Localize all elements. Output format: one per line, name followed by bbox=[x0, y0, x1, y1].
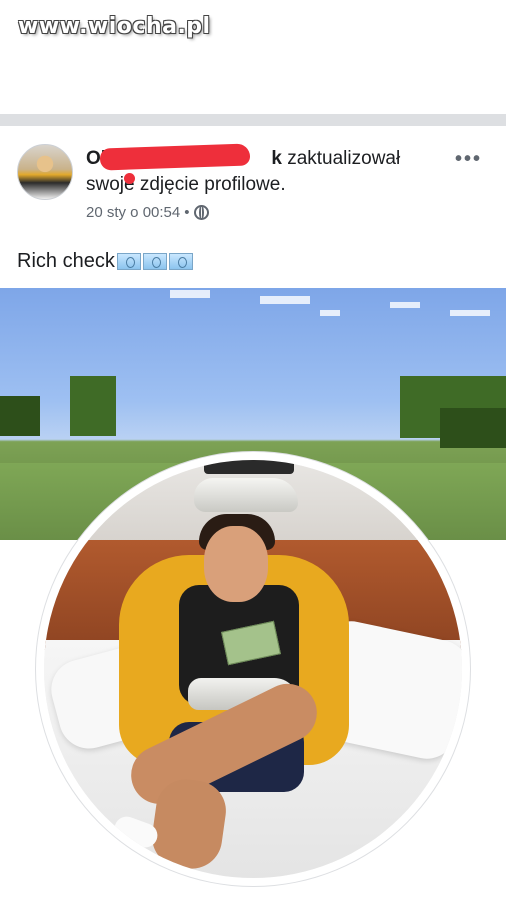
dollar-banknote-icon bbox=[142, 253, 167, 270]
post-timestamp[interactable]: 20 sty o 00:54 bbox=[86, 204, 180, 221]
post-caption: Rich check bbox=[17, 250, 193, 273]
redaction-dot bbox=[124, 173, 135, 184]
author-avatar[interactable] bbox=[17, 144, 73, 200]
site-watermark: www.wiocha.pl bbox=[18, 14, 211, 39]
profile-update-post: Oli k zaktualizował swoje zdjęcie profilo… bbox=[0, 126, 506, 900]
post-meta: 20 sty o 00:54 • bbox=[86, 204, 209, 221]
dollar-banknote-icon bbox=[116, 253, 141, 270]
feed-separator bbox=[0, 114, 506, 126]
profile-photo[interactable] bbox=[44, 460, 462, 878]
meta-separator: • bbox=[184, 204, 190, 221]
globe-icon[interactable] bbox=[193, 205, 209, 220]
dollar-banknote-icon bbox=[168, 253, 193, 270]
more-options-icon[interactable]: ••• bbox=[455, 148, 482, 171]
caption-text: Rich check bbox=[17, 250, 115, 272]
